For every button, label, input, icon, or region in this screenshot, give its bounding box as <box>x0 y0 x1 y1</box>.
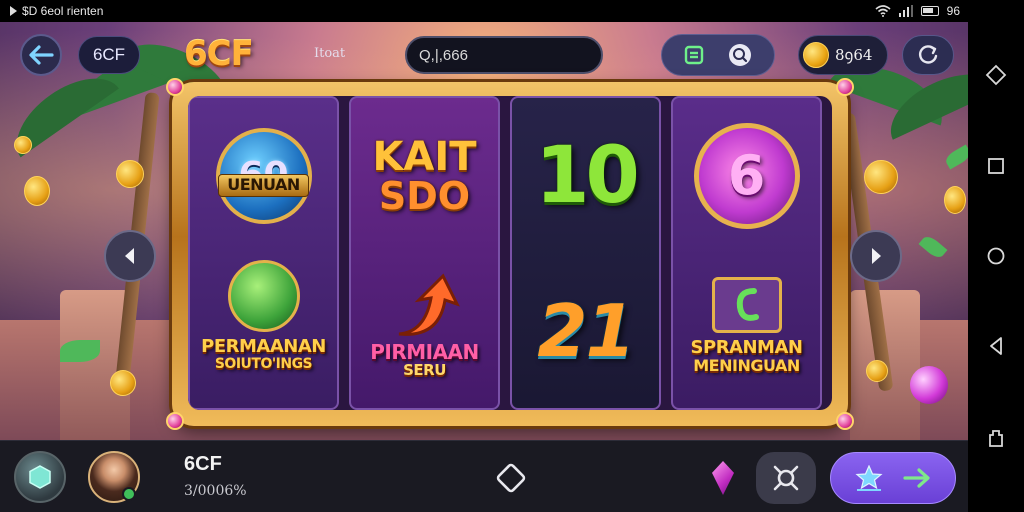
brand-title: 6CF <box>184 34 254 74</box>
logo-text: 6CF <box>92 45 126 64</box>
rotate-icon[interactable] <box>985 64 1007 86</box>
reel-label-line1: SPRANMAN <box>690 336 803 358</box>
chevron-right-icon <box>872 248 881 264</box>
reel-symbol[interactable]: 10 <box>512 98 659 253</box>
reel-label-line2: SOIUTO'INGS <box>214 355 313 372</box>
floating-coin <box>864 160 898 194</box>
smiley-badge: 6 <box>693 122 800 229</box>
reel-number: 10 <box>535 130 640 221</box>
system-nav-bar <box>968 0 1024 512</box>
frame-gem <box>166 412 184 430</box>
reel-label-line2: SERU <box>403 361 446 380</box>
search-input[interactable]: Q,|,666 <box>405 36 603 74</box>
back-icon[interactable] <box>985 335 1007 357</box>
reel-label-line1: PIRMIAAN <box>370 340 479 365</box>
gem-icon <box>712 461 734 495</box>
battery-icon <box>920 6 939 16</box>
refresh-icon <box>919 45 938 64</box>
reel-symbol[interactable]: 60 UENUAN <box>190 98 337 253</box>
floating-coin <box>110 370 136 396</box>
reel-symbol[interactable]: 21 <box>512 253 659 408</box>
battery-percent: 96 <box>946 4 960 18</box>
reel-symbol[interactable]: 6 <box>673 98 820 253</box>
player-name: 6CF <box>184 453 222 475</box>
reel-number: 21 <box>537 288 635 373</box>
diamond-icon[interactable] <box>494 461 528 495</box>
floating-coin <box>14 136 32 154</box>
arrow-symbol-icon <box>398 273 460 336</box>
reel-4[interactable]: 6 SPRANMAN MENINGUAN <box>671 96 822 410</box>
reel-number: 6 <box>727 143 766 207</box>
status-right: 96 <box>875 4 960 18</box>
logo-button[interactable]: 6CF <box>78 36 140 74</box>
floating-gem <box>910 366 948 404</box>
floating-coin <box>24 176 50 206</box>
action-group <box>661 34 775 76</box>
reel-label-line1: PERMAANAN <box>201 335 326 357</box>
online-status-badge <box>122 487 136 501</box>
floating-coin <box>944 186 966 214</box>
screenshot-icon[interactable] <box>985 426 1007 448</box>
reel-symbol[interactable]: PERMAANAN SOIUTO'INGS <box>190 253 337 408</box>
list-icon[interactable] <box>683 44 705 66</box>
home-icon[interactable] <box>985 245 1007 267</box>
status-left-text: $D 6eol rienten <box>22 4 104 18</box>
reel-banner: UENUAN <box>218 174 309 197</box>
floating-coin <box>116 160 144 188</box>
frame-gem <box>836 412 854 430</box>
wifi-icon <box>875 5 891 17</box>
search-icon[interactable] <box>727 42 753 68</box>
bot-button[interactable] <box>756 452 816 504</box>
reel-2[interactable]: KAIT SDO PIRMIAAN SERU <box>349 96 500 410</box>
reel-label-line2: MENINGUAN <box>693 355 800 375</box>
reel-symbol[interactable]: KAIT SDO <box>351 98 498 253</box>
chevron-left-icon <box>125 248 134 264</box>
swirl-badge <box>227 259 300 332</box>
status-bar: $D 6eol rienten 96 <box>0 0 968 22</box>
reel-symbol[interactable]: PIRMIAAN SERU <box>351 253 498 408</box>
reel-title-line1: KAIT <box>372 133 477 180</box>
share-button[interactable] <box>902 35 954 75</box>
status-left: $D 6eol rienten <box>10 4 103 18</box>
tablet-frame <box>711 276 782 333</box>
play-store-icon <box>10 6 17 16</box>
slot-reels: 60 UENUAN PERMAANAN SOIUTO'INGS KAIT SDO… <box>188 96 832 410</box>
prev-button[interactable] <box>104 230 156 282</box>
floating-coin <box>866 360 888 382</box>
coin-icon <box>803 42 829 68</box>
floating-leaf <box>60 340 100 362</box>
hexagon-icon <box>29 465 51 489</box>
coin-amount: 8ꝯ64 <box>835 46 873 64</box>
signal-icon <box>898 5 913 17</box>
reel-title-line2: SDO <box>378 173 471 218</box>
search-value: Q,|,666 <box>419 46 468 64</box>
arrow-right-icon <box>903 468 930 488</box>
frame-gem <box>836 78 854 96</box>
robot-icon <box>773 465 799 491</box>
bottom-bar: 6CF 3/0006% <box>0 440 968 512</box>
arrow-left-icon <box>29 45 54 65</box>
slot-machine-frame: 60 UENUAN PERMAANAN SOIUTO'INGS KAIT SDO… <box>166 78 854 430</box>
reel-3[interactable]: 10 21 <box>510 96 661 410</box>
home-button[interactable] <box>14 451 66 503</box>
reel-symbol[interactable]: SPRANMAN MENINGUAN <box>673 253 820 408</box>
hook-icon <box>736 287 759 321</box>
top-label: Itoat <box>314 46 346 61</box>
coin-balance[interactable]: 8ꝯ64 <box>798 35 888 75</box>
top-bar: 6CF 6CF Itoat Q,|,666 8ꝯ64 <box>0 22 968 84</box>
frame-gem <box>166 78 184 96</box>
next-button[interactable] <box>850 230 902 282</box>
player-score: 3/0006% <box>184 483 247 499</box>
back-button[interactable] <box>20 34 62 76</box>
reel-1[interactable]: 60 UENUAN PERMAANAN SOIUTO'INGS <box>188 96 339 410</box>
play-button[interactable] <box>830 452 956 504</box>
recents-icon[interactable] <box>985 155 1007 177</box>
star-icon <box>855 465 883 491</box>
